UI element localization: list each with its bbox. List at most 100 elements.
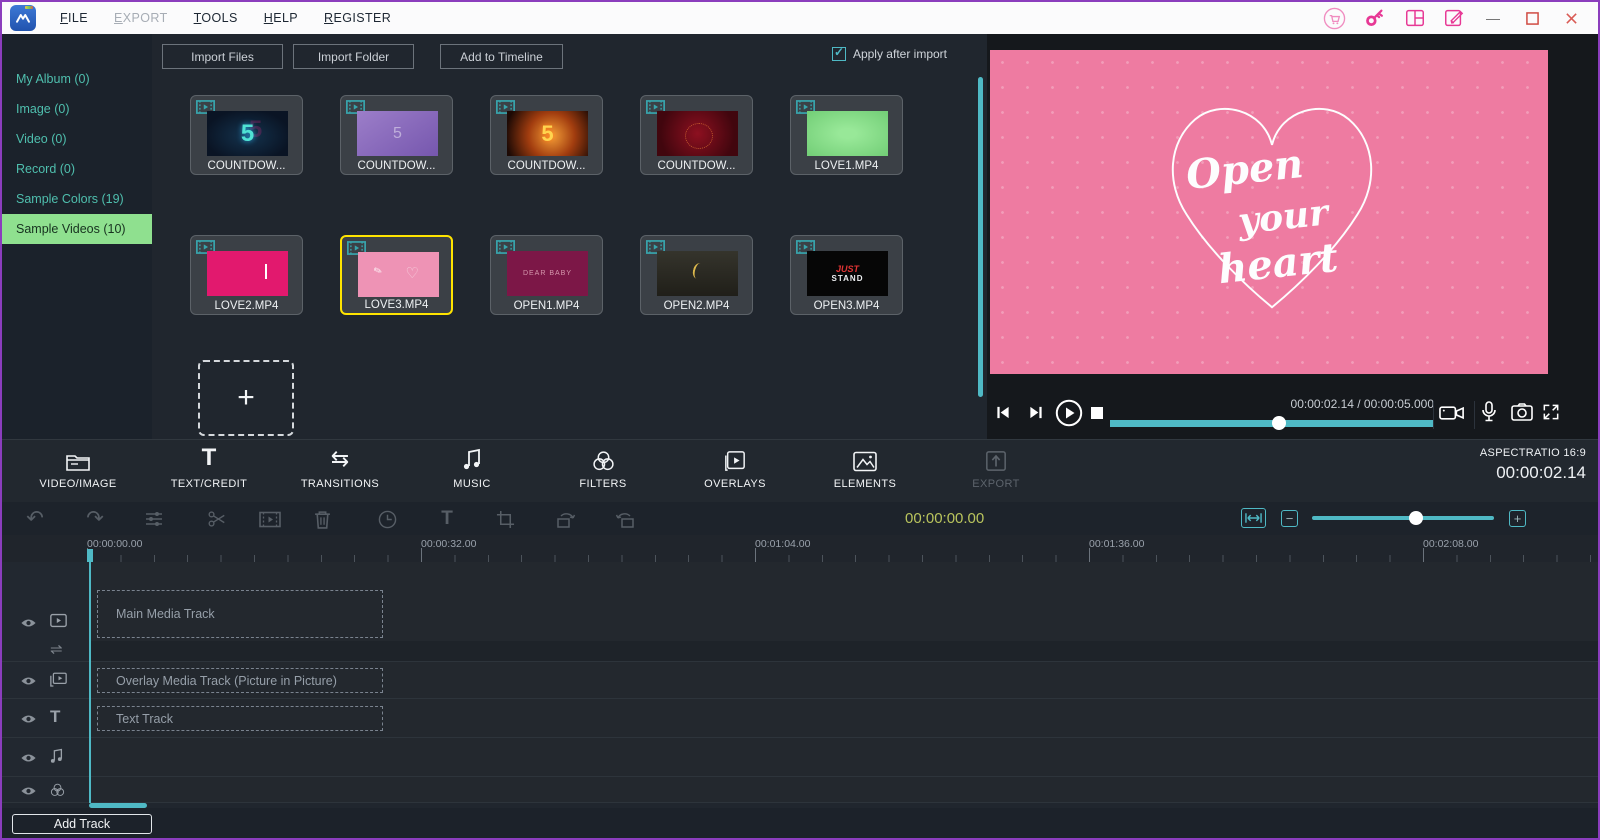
snapshot-icon[interactable]: [1511, 403, 1533, 421]
elements-icon: [810, 446, 920, 472]
tab-music[interactable]: MUSIC: [417, 446, 527, 490]
zoom-out-button[interactable]: −: [1281, 510, 1298, 527]
rotate-left-icon[interactable]: [553, 506, 579, 532]
detach-frame-icon[interactable]: [257, 506, 283, 532]
progress-handle[interactable]: [1272, 416, 1286, 430]
stop-button[interactable]: [1091, 407, 1103, 419]
apply-after-import-checkbox[interactable]: [832, 47, 846, 61]
eye-icon[interactable]: [20, 617, 37, 629]
rotate-right-icon[interactable]: [612, 506, 638, 532]
filters-icon: [548, 446, 658, 472]
text-track-icon: T: [50, 707, 60, 727]
tab-text-credit[interactable]: T TEXT/CREDIT: [154, 446, 264, 490]
library-vertical-scrollbar[interactable]: [978, 77, 983, 397]
split-scissors-icon[interactable]: [204, 506, 230, 532]
fullscreen-icon[interactable]: [1541, 402, 1561, 422]
store-cart-icon[interactable]: [1323, 7, 1346, 30]
import-folder-button[interactable]: Import Folder: [293, 44, 414, 69]
media-item-love2[interactable]: LOVE2.MP4: [190, 235, 303, 315]
tab-filters[interactable]: FILTERS: [548, 446, 658, 490]
effects-track-lane: [90, 777, 1598, 802]
timeline-toolbar: ↶ ↷ T 00:00:00.00 −: [2, 502, 1598, 535]
layout-switch-icon[interactable]: [1404, 7, 1426, 29]
menu-register[interactable]: REGISTER: [324, 11, 391, 25]
timeline-ruler[interactable]: 00:00:00.00 00:00:32.00 00:01:04.00 00:0…: [2, 535, 1598, 562]
tab-export[interactable]: EXPORT: [941, 446, 1051, 490]
text-icon: T: [154, 446, 264, 472]
media-item-countdown2[interactable]: 5 COUNTDOW...: [340, 95, 453, 175]
playhead-handle[interactable]: [87, 549, 93, 562]
record-icon[interactable]: [1439, 403, 1466, 423]
overlay-track-icon: [50, 672, 67, 688]
redo-icon[interactable]: ↷: [82, 506, 108, 532]
close-button[interactable]: [1560, 8, 1582, 28]
media-item-open3[interactable]: JUSTSTAND OPEN3.MP4: [790, 235, 903, 315]
tab-overlays[interactable]: OVERLAYS: [680, 446, 790, 490]
delete-trash-icon[interactable]: [309, 506, 335, 532]
minimize-button[interactable]: —: [1482, 8, 1504, 28]
next-frame-button[interactable]: [1028, 405, 1044, 420]
text-tool-icon[interactable]: T: [434, 506, 460, 532]
menu-file[interactable]: FILE: [60, 11, 88, 25]
timeline-zoom-slider[interactable]: [1312, 516, 1494, 520]
menu-tools[interactable]: TOOLS: [194, 11, 238, 25]
menu-export[interactable]: EXPORT: [114, 11, 168, 25]
tab-video-image[interactable]: VIDEO/IMAGE: [23, 446, 133, 490]
transition-slot-icon: ⇌: [50, 640, 63, 658]
media-item-name: COUNTDOW...: [341, 160, 452, 172]
media-item-open1[interactable]: DEAR BABY OPEN1.MP4: [490, 235, 603, 315]
sidebar-item-record[interactable]: Record (0): [2, 154, 152, 184]
media-item-countdown1[interactable]: 5 COUNTDOW...: [190, 95, 303, 175]
crop-icon[interactable]: [492, 506, 518, 532]
eye-icon[interactable]: [20, 675, 37, 687]
text-track: T Text Track: [2, 699, 1598, 738]
add-media-button[interactable]: +: [198, 360, 294, 436]
overlay-track-dropzone: Overlay Media Track (Picture in Picture): [97, 668, 383, 693]
media-item-open2[interactable]: OPEN2.MP4: [640, 235, 753, 315]
sidebar-item-my-album[interactable]: My Album (0): [2, 64, 152, 94]
sidebar-item-image[interactable]: Image (0): [2, 94, 152, 124]
album-sidebar: My Album (0) Image (0) Video (0) Record …: [2, 34, 152, 439]
video-track-icon: [50, 613, 67, 628]
zoom-in-button[interactable]: +: [1509, 510, 1526, 527]
media-library: Import Files Import Folder Add to Timeli…: [152, 34, 987, 439]
media-item-love3-selected[interactable]: LOVE3.MP4: [340, 235, 453, 315]
adjust-icon[interactable]: [141, 506, 167, 532]
media-item-countdown4[interactable]: COUNTDOW...: [640, 95, 753, 175]
microphone-icon[interactable]: [1481, 401, 1497, 423]
feedback-edit-icon[interactable]: [1443, 7, 1465, 29]
media-thumbnail: 5: [507, 111, 588, 156]
folder-icon: [23, 446, 133, 472]
add-to-timeline-button[interactable]: Add to Timeline: [440, 44, 563, 69]
overlays-icon: [680, 446, 790, 472]
eye-icon[interactable]: [20, 752, 37, 764]
effects-track: [2, 777, 1598, 803]
maximize-button[interactable]: [1521, 8, 1543, 28]
tab-elements[interactable]: ELEMENTS: [810, 446, 920, 490]
zoom-slider-handle[interactable]: [1409, 511, 1423, 525]
media-item-love1[interactable]: LOVE1.MP4: [790, 95, 903, 175]
sidebar-item-video[interactable]: Video (0): [2, 124, 152, 154]
previous-frame-button[interactable]: [995, 405, 1011, 420]
playhead-line: [89, 562, 91, 803]
effects-track-icon: [50, 783, 65, 797]
add-track-button[interactable]: Add Track: [12, 814, 152, 834]
play-button[interactable]: [1055, 399, 1083, 427]
import-files-button[interactable]: Import Files: [162, 44, 283, 69]
main-menu: FILE EXPORT TOOLS HELP REGISTER: [60, 11, 391, 25]
eye-icon[interactable]: [20, 785, 37, 797]
duration-clock-icon[interactable]: [374, 506, 400, 532]
eye-icon[interactable]: [20, 713, 37, 725]
undo-icon[interactable]: ↶: [22, 506, 48, 532]
license-key-icon[interactable]: [1363, 7, 1387, 29]
fit-timeline-icon[interactable]: [1241, 508, 1266, 528]
media-item-countdown3[interactable]: 5 COUNTDOW...: [490, 95, 603, 175]
menu-help[interactable]: HELP: [264, 11, 298, 25]
media-item-name: OPEN1.MP4: [491, 300, 602, 312]
tab-transitions[interactable]: ⇆ TRANSITIONS: [285, 446, 395, 490]
music-track-lane: [90, 738, 1598, 776]
sidebar-item-sample-videos[interactable]: Sample Videos (10): [2, 214, 152, 244]
preview-progress-bar[interactable]: [1110, 420, 1434, 427]
media-item-name: COUNTDOW...: [191, 160, 302, 172]
sidebar-item-sample-colors[interactable]: Sample Colors (19): [2, 184, 152, 214]
